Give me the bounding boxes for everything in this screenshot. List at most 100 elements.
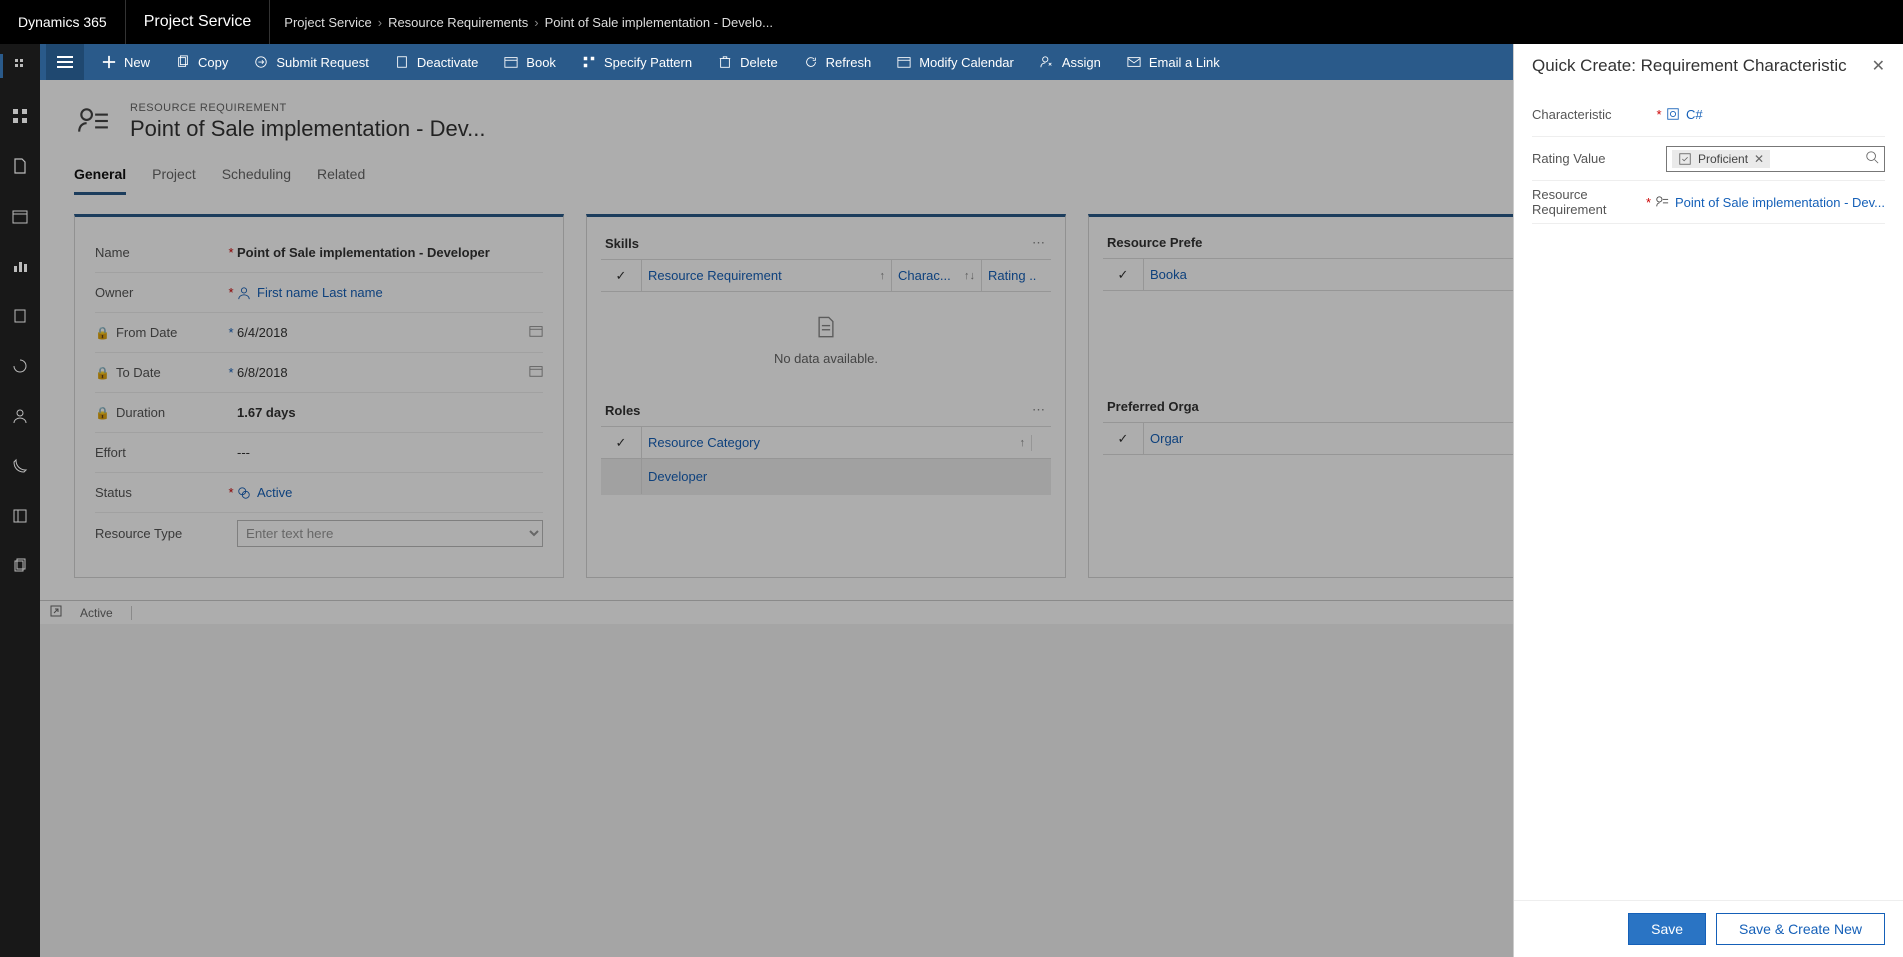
col-rating[interactable]: Rating ..	[981, 260, 1051, 291]
roles-more-button[interactable]: ⋯	[1032, 402, 1047, 418]
remove-tag-icon[interactable]: ✕	[1754, 152, 1764, 166]
rating-value-lookup[interactable]: Proficient ✕	[1666, 146, 1885, 172]
nav-sitemap-icon[interactable]	[0, 54, 40, 78]
to-date-label: To Date	[116, 365, 161, 380]
copy-button[interactable]: Copy	[164, 44, 240, 80]
owner-lookup[interactable]: First name Last name	[237, 285, 383, 300]
preferred-org-title: Preferred Orga	[1107, 399, 1199, 414]
calendar-icon[interactable]	[529, 324, 543, 341]
skills-title: Skills	[605, 236, 639, 251]
tab-related[interactable]: Related	[317, 160, 365, 195]
resprefs-check-all[interactable]: ✓	[1103, 267, 1143, 283]
name-value[interactable]: Point of Sale implementation - Developer	[237, 245, 490, 260]
lock-icon: 🔒	[95, 326, 110, 340]
book-button[interactable]: Book	[492, 44, 568, 80]
nav-bar-icon[interactable]	[0, 254, 40, 278]
rating-value-label: Rating Value	[1532, 151, 1652, 166]
resource-prefs-title: Resource Prefe	[1107, 235, 1202, 250]
left-nav-rail	[0, 44, 40, 957]
status-label: Status	[95, 485, 225, 500]
characteristic-lookup[interactable]: C#	[1666, 107, 1703, 122]
popout-icon[interactable]	[50, 605, 62, 620]
nav-calendar-icon[interactable]	[0, 204, 40, 228]
to-date-value[interactable]: 6/8/2018	[237, 365, 288, 380]
brand-label[interactable]: Dynamics 365	[0, 0, 126, 44]
calendar-icon[interactable]	[529, 364, 543, 381]
nav-phone-icon[interactable]	[0, 454, 40, 478]
top-bar: Dynamics 365 Project Service Project Ser…	[0, 0, 1903, 44]
effort-value[interactable]: ---	[237, 445, 250, 460]
content-column: New Copy Submit Request Deactivate Book …	[40, 44, 1513, 957]
preforg-grid-header: ✓ Orgar	[1103, 422, 1513, 455]
nav-copy-icon[interactable]	[0, 554, 40, 578]
new-button[interactable]: New	[90, 44, 162, 80]
resource-requirement-label: Resource Requirement	[1532, 187, 1642, 217]
email-link-button[interactable]: Email a Link	[1115, 44, 1232, 80]
close-button[interactable]: ✕	[1872, 56, 1885, 76]
app-name[interactable]: Project Service	[126, 0, 271, 44]
tab-general[interactable]: General	[74, 160, 126, 195]
breadcrumb-root[interactable]: Project Service	[284, 15, 371, 30]
resource-type-select[interactable]: Enter text here	[237, 520, 543, 547]
modify-calendar-button[interactable]: Modify Calendar	[885, 44, 1026, 80]
status-lookup[interactable]: Active	[237, 485, 292, 500]
hamburger-icon[interactable]	[46, 44, 84, 80]
status-bar: Active	[40, 600, 1513, 624]
lock-icon: 🔒	[95, 406, 110, 420]
rating-icon	[1678, 152, 1692, 166]
refresh-button[interactable]: Refresh	[792, 44, 884, 80]
nav-sync-icon[interactable]	[0, 354, 40, 378]
deactivate-button[interactable]: Deactivate	[383, 44, 490, 80]
book-icon	[504, 55, 518, 69]
role-cell-developer[interactable]: Developer	[641, 459, 1051, 494]
col-characteristic[interactable]: Charac...↑↓	[891, 260, 981, 291]
form-columns: Name * Point of Sale implementation - De…	[74, 214, 1479, 578]
preforg-check-all[interactable]: ✓	[1103, 431, 1143, 447]
nav-doc-icon[interactable]	[0, 154, 40, 178]
from-date-value[interactable]: 6/4/2018	[237, 325, 288, 340]
roles-grid-header: ✓ Resource Category↑	[601, 426, 1051, 459]
save-and-create-new-button[interactable]: Save & Create New	[1716, 913, 1885, 945]
lock-icon: 🔒	[95, 366, 110, 380]
roles-check-all[interactable]: ✓	[601, 435, 641, 451]
command-bar: New Copy Submit Request Deactivate Book …	[40, 44, 1513, 80]
rating-tag[interactable]: Proficient ✕	[1672, 150, 1770, 168]
col-organization[interactable]: Orgar	[1143, 423, 1513, 454]
deactivate-icon	[395, 55, 409, 69]
required-marker: *	[225, 245, 237, 260]
col-resource-requirement[interactable]: Resource Requirement↑	[641, 260, 891, 291]
record-header: RESOURCE REQUIREMENT Point of Sale imple…	[74, 102, 1479, 142]
search-icon[interactable]	[1865, 150, 1879, 167]
delete-icon	[718, 55, 732, 69]
tab-scheduling[interactable]: Scheduling	[222, 160, 291, 195]
col-bookable[interactable]: Booka	[1143, 259, 1513, 290]
resource-type-label: Resource Type	[95, 526, 225, 541]
copy-icon	[176, 55, 190, 69]
record-icon	[74, 102, 112, 140]
chevron-right-icon: ›	[534, 15, 538, 30]
save-button[interactable]: Save	[1628, 913, 1706, 945]
submit-request-button[interactable]: Submit Request	[242, 44, 381, 80]
from-date-label: From Date	[116, 325, 177, 340]
delete-button[interactable]: Delete	[706, 44, 790, 80]
roles-row[interactable]: Developer	[601, 459, 1051, 495]
required-marker: *	[225, 285, 237, 300]
skills-more-button[interactable]: ⋯	[1032, 235, 1047, 251]
breadcrumb-list[interactable]: Resource Requirements	[388, 15, 528, 30]
duration-value[interactable]: 1.67 days	[237, 405, 296, 420]
skills-check-all[interactable]: ✓	[601, 268, 641, 284]
document-icon	[815, 316, 837, 338]
email-icon	[1127, 55, 1141, 69]
nav-panel-icon[interactable]	[0, 504, 40, 528]
tab-project[interactable]: Project	[152, 160, 196, 195]
nav-grid-icon[interactable]	[0, 104, 40, 128]
duration-label: Duration	[116, 405, 165, 420]
specify-pattern-button[interactable]: Specify Pattern	[570, 44, 704, 80]
refresh-icon	[804, 55, 818, 69]
col-resource-category[interactable]: Resource Category↑	[641, 427, 1031, 458]
resource-requirement-lookup[interactable]: Point of Sale implementation - Dev...	[1655, 195, 1885, 210]
panel-right: Resource Prefe ✓ Booka Preferred Orga ✓	[1088, 214, 1513, 578]
assign-button[interactable]: Assign	[1028, 44, 1113, 80]
nav-page-icon[interactable]	[0, 304, 40, 328]
nav-person-icon[interactable]	[0, 404, 40, 428]
